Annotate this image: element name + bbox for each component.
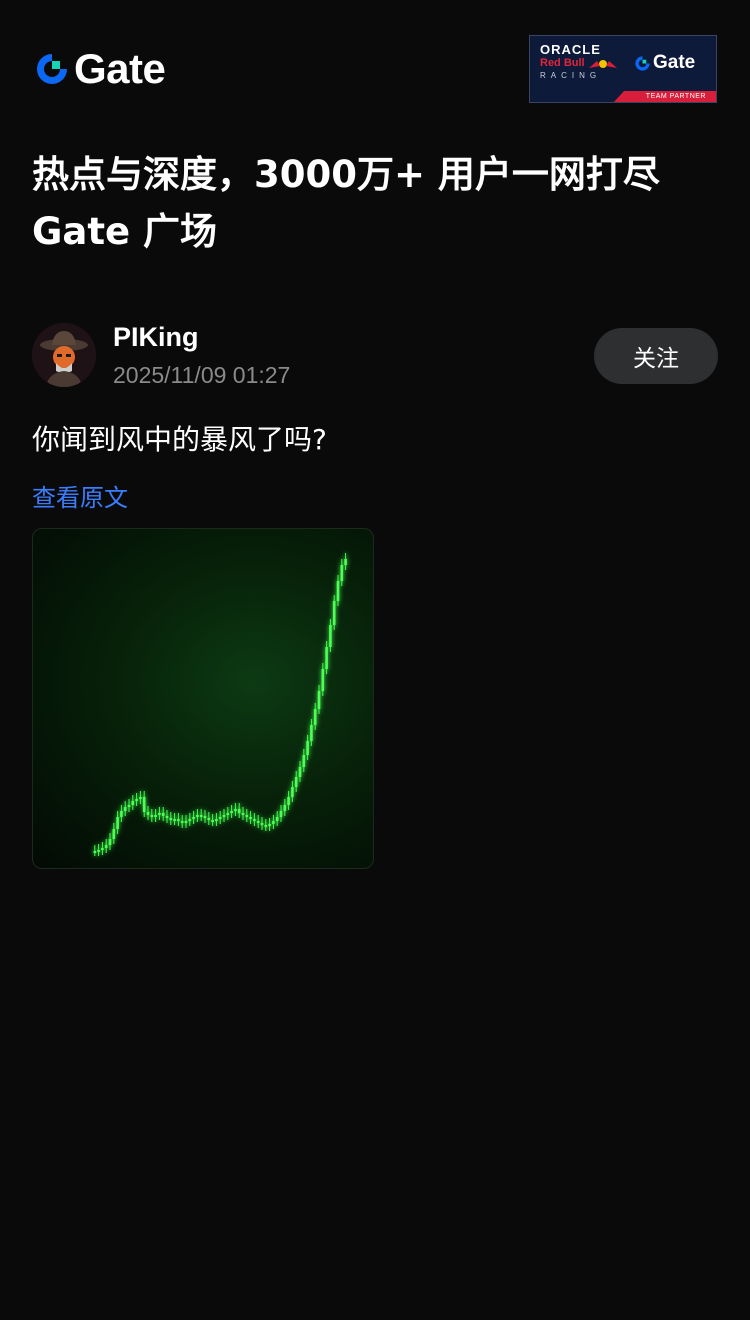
page-headline: 热点与深度，3000万+ 用户一网打尽 Gate 广场 bbox=[32, 146, 722, 260]
follow-button[interactable]: 关注 bbox=[594, 328, 718, 384]
redbull-label: Red Bull bbox=[540, 57, 585, 69]
candle-body bbox=[192, 817, 195, 819]
candle-body bbox=[158, 813, 161, 815]
redbull-text: Red Bull bbox=[540, 57, 620, 70]
candle-body bbox=[127, 805, 131, 807]
racing-text: RACING bbox=[540, 71, 602, 80]
candle-body bbox=[108, 839, 112, 845]
candle-body bbox=[272, 821, 275, 824]
candle-body bbox=[332, 601, 336, 625]
candle-body bbox=[283, 805, 287, 811]
partner-gate-icon bbox=[635, 55, 650, 71]
author-avatar[interactable] bbox=[32, 323, 96, 387]
team-partner-band: TEAM PARTNER bbox=[614, 91, 716, 102]
candle-body bbox=[120, 811, 123, 817]
candle-body bbox=[177, 819, 180, 821]
candle-body bbox=[279, 811, 283, 817]
author-name[interactable]: PIKing bbox=[113, 322, 199, 353]
candle-body bbox=[275, 817, 279, 821]
candle-body bbox=[340, 565, 344, 581]
candle-body bbox=[256, 821, 260, 823]
candle-body bbox=[188, 819, 192, 821]
oracle-text: ORACLE bbox=[540, 42, 601, 57]
candle-body bbox=[287, 797, 290, 805]
candle-body bbox=[139, 797, 142, 799]
candle-body bbox=[173, 819, 176, 821]
candle-body bbox=[142, 797, 146, 812]
candle-body bbox=[336, 581, 340, 601]
candle-body bbox=[123, 807, 127, 811]
candle-body bbox=[211, 820, 214, 822]
candle-body bbox=[93, 851, 97, 853]
gate-logo[interactable]: Gate bbox=[34, 45, 166, 92]
candle-body bbox=[310, 725, 313, 741]
candle-body bbox=[325, 647, 328, 669]
candle-body bbox=[264, 825, 268, 827]
candle-body bbox=[154, 815, 157, 817]
candlestick-image-icon bbox=[93, 553, 347, 856]
headline-line-1: 热点与深度，3000万+ 用户一网打尽 bbox=[32, 153, 660, 196]
candle-body bbox=[101, 848, 104, 850]
candle-body bbox=[321, 669, 325, 691]
candle-body bbox=[291, 787, 294, 797]
candle-body bbox=[329, 625, 332, 647]
candle-body bbox=[215, 819, 218, 821]
partner-banner[interactable]: ORACLE Red Bull RACING Gate TEAM PARTNER bbox=[529, 35, 717, 103]
candle-body bbox=[169, 818, 173, 820]
candle-body bbox=[302, 755, 306, 767]
candle-body bbox=[135, 799, 138, 801]
post-timestamp: 2025/11/09 01:27 bbox=[113, 362, 291, 388]
candle-body bbox=[234, 809, 237, 811]
candle-body bbox=[97, 850, 100, 852]
candle-body bbox=[245, 815, 249, 817]
partner-gate-text: Gate bbox=[653, 52, 696, 73]
brand-name: Gate bbox=[74, 45, 166, 92]
candle-body bbox=[203, 816, 207, 818]
candle-body bbox=[180, 821, 184, 823]
candle-body bbox=[104, 845, 108, 848]
candle-body bbox=[344, 559, 347, 565]
candle-body bbox=[112, 829, 116, 839]
candle-body bbox=[253, 819, 256, 821]
partner-gate-logo: Gate bbox=[634, 52, 695, 74]
candle-body bbox=[313, 709, 317, 725]
candle-body bbox=[196, 815, 199, 817]
bull-icon bbox=[588, 59, 617, 68]
candle-body bbox=[222, 815, 226, 817]
candle-body bbox=[131, 801, 135, 805]
page: Gate ORACLE Red Bull RACING Gate TEAM PA… bbox=[0, 0, 750, 1320]
candle-body bbox=[298, 767, 302, 777]
candle-body bbox=[268, 824, 271, 826]
view-original-link[interactable]: 查看原文 bbox=[32, 478, 128, 513]
candle-body bbox=[184, 821, 188, 823]
candle-body bbox=[249, 817, 252, 819]
gate-logo-icon bbox=[37, 54, 67, 84]
candle-body bbox=[218, 817, 222, 819]
post-text: 你闻到风中的暴风了吗? bbox=[32, 423, 327, 456]
candle-body bbox=[294, 777, 298, 787]
candle-body bbox=[230, 811, 233, 813]
candle-body bbox=[116, 817, 119, 829]
candle-body bbox=[207, 818, 211, 820]
candle-body bbox=[161, 813, 165, 816]
candle-body bbox=[260, 823, 264, 825]
headline-line-2: Gate 广场 bbox=[32, 210, 217, 253]
candle-body bbox=[146, 812, 150, 815]
avatar-cowboy-icon bbox=[32, 323, 96, 387]
candle-body bbox=[237, 809, 241, 813]
candle-body bbox=[226, 813, 230, 815]
candle-body bbox=[165, 816, 169, 818]
candle-body bbox=[306, 741, 309, 755]
candle-body bbox=[241, 813, 245, 815]
candle-body bbox=[150, 815, 154, 817]
post-image[interactable] bbox=[32, 528, 374, 869]
candle-body bbox=[199, 815, 203, 817]
partner-oracle-redbull: ORACLE Red Bull RACING bbox=[540, 43, 620, 82]
candle-body bbox=[317, 691, 321, 709]
